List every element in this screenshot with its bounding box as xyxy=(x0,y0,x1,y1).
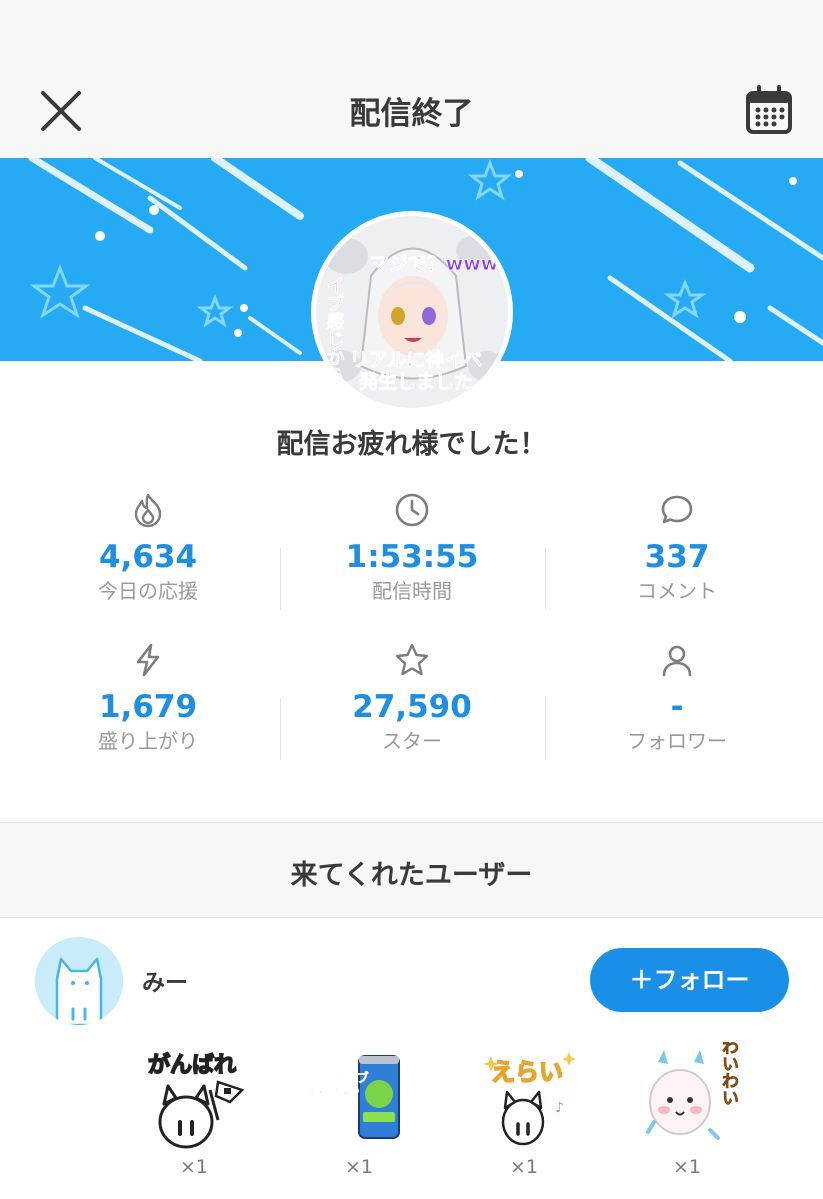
stat-duration: 1:53:55 配信時間 xyxy=(277,492,547,604)
stat-followers: - フォロワー xyxy=(542,642,812,754)
stat-followers-value: - xyxy=(670,689,684,725)
thumbnail-text-top: マジで？www xyxy=(370,253,499,275)
page-title: 配信終了 xyxy=(349,96,474,132)
stat-support-value: 4,634 xyxy=(98,539,198,575)
streamer-thumbnail: マジで？www イブ感じから リアルに神イベ 発生しました xyxy=(311,211,513,413)
gift-count: ×1 xyxy=(672,1156,701,1178)
stat-support-label: 今日の応援 xyxy=(98,579,198,603)
gift-count: ×1 xyxy=(509,1156,538,1178)
thumbnail-text-bottom2: 発生しました xyxy=(358,370,473,393)
stat-excitement-value: 1,679 xyxy=(98,689,198,725)
sticker-text: えらい xyxy=(491,1058,563,1086)
stat-duration-label: 配信時間 xyxy=(372,579,452,603)
gift-count: ×1 xyxy=(179,1156,208,1178)
avatar[interactable] xyxy=(35,937,123,1025)
section-title: 来てくれたユーザー xyxy=(290,860,533,891)
stat-comments-label: コメント xyxy=(637,579,717,603)
thumbnail-text-left: イブ感じから xyxy=(324,276,345,384)
stat-comments: 337 コメント xyxy=(542,492,812,604)
stat-duration-value: 1:53:55 xyxy=(345,539,479,575)
stat-excitement: 1,679 盛り上がり xyxy=(13,642,283,754)
comment-icon xyxy=(659,492,695,528)
sticker-text: わいわい xyxy=(718,1042,739,1106)
stat-stars-label: スター xyxy=(382,729,442,753)
sticker-text: 足りてる？ xyxy=(305,1087,365,1101)
calendar-icon[interactable] xyxy=(744,84,794,136)
music-note-icon: ♪ xyxy=(555,1100,564,1116)
stream-finished-message: 配信お疲れ様でした！ xyxy=(276,429,547,460)
flame-icon xyxy=(130,492,166,528)
sticker-text: がんばれ xyxy=(148,1052,236,1078)
stat-comments-value: 337 xyxy=(644,539,710,575)
lightning-icon xyxy=(130,642,166,678)
erai-sticker-icon: えらい ♪ xyxy=(477,1042,587,1152)
sticker-text: ポジティブ xyxy=(309,1070,368,1085)
person-icon xyxy=(659,642,695,678)
stat-stars: 27,590 スター xyxy=(277,642,547,754)
clock-icon xyxy=(394,492,430,528)
follow-button[interactable]: ＋フォロー xyxy=(590,948,789,1012)
stat-excitement-label: 盛り上がり xyxy=(98,729,198,753)
stat-followers-label: フォロワー xyxy=(627,729,727,753)
thumbnail-text-bottom1: リアルに神イベ xyxy=(350,348,483,371)
visitors-section-header: 来てくれたユーザー xyxy=(0,822,823,918)
user-name[interactable]: みー xyxy=(142,963,188,997)
star-icon xyxy=(394,642,430,678)
top-bar: 配信終了 xyxy=(0,0,823,158)
gift-count: ×1 xyxy=(344,1156,373,1178)
stat-support: 4,634 今日の応援 xyxy=(13,492,283,604)
ganbare-sticker-icon: がんばれ xyxy=(144,1042,254,1152)
waiwai-sticker-icon: わいわい xyxy=(638,1038,748,1152)
energy-drink-sticker-icon: ポジティブ 足りてる？ xyxy=(305,1042,415,1152)
stat-stars-value: 27,590 xyxy=(352,689,472,725)
